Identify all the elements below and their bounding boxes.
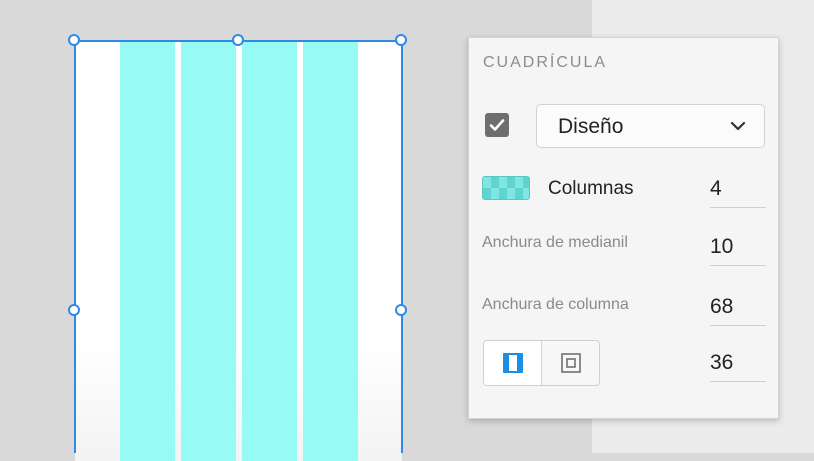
resize-handle-top-left[interactable] [68,34,80,46]
grid-column [181,41,236,461]
column-width-input[interactable]: 68 [710,295,766,326]
grid-column [120,41,175,461]
selection-border-left [74,40,76,453]
resize-handle-top[interactable] [232,34,244,46]
grid-swatch-icon[interactable] [482,176,530,200]
grid-type-select[interactable]: Diseño [536,104,765,148]
columns-input[interactable]: 4 [710,177,766,208]
margin-input[interactable]: 36 [710,351,766,382]
checkmark-icon [489,119,505,131]
margin-mode-toggle [483,340,600,386]
resize-handle-left[interactable] [68,304,80,316]
grid-panel: CUADRÍCULA Diseño Columnas 4 Anchura de … [468,37,779,419]
columns-label: Columnas [548,178,634,199]
margin-sides-icon [502,353,523,373]
grid-enabled-checkbox[interactable] [485,113,509,137]
column-width-label: Anchura de columna [482,296,629,313]
resize-handle-right[interactable] [395,304,407,316]
gutter-width-input[interactable]: 10 [710,235,766,266]
margin-all-button[interactable] [541,341,599,385]
artboard[interactable] [75,41,402,461]
margin-sides-button[interactable] [484,341,541,385]
chevron-down-icon [730,121,746,131]
gutter-width-label: Anchura de medianil [482,234,628,251]
selection-border-right [401,40,403,453]
resize-handle-top-right[interactable] [395,34,407,46]
panel-title: CUADRÍCULA [483,54,608,71]
grid-column [242,41,297,461]
margin-all-icon [560,353,581,373]
grid-type-value: Diseño [558,115,624,138]
grid-column [303,41,358,461]
